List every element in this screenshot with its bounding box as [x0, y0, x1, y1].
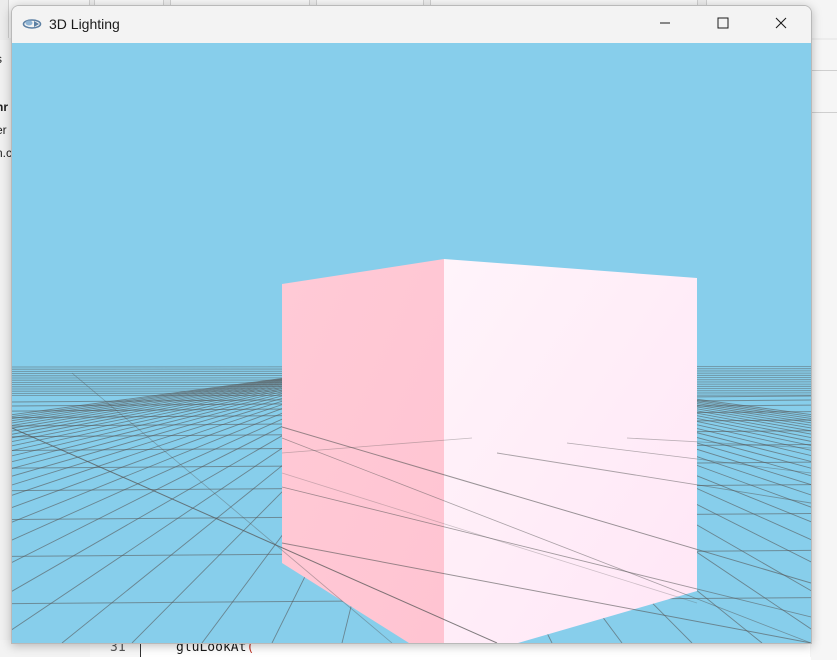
window-title: 3D Lighting	[49, 16, 120, 32]
title-bar[interactable]: 3D Lighting	[12, 6, 811, 43]
left-panel-fragment: er	[0, 123, 7, 137]
background-left-panel: s hr er n.c	[0, 40, 11, 640]
close-icon	[775, 16, 787, 34]
panel-divider	[811, 70, 837, 71]
maximize-button[interactable]	[694, 6, 752, 43]
scene-canvas	[12, 43, 811, 643]
left-panel-fragment: hr	[0, 100, 8, 114]
opengl-viewport[interactable]	[12, 43, 811, 643]
minimize-button[interactable]	[636, 6, 694, 43]
close-button[interactable]	[752, 6, 810, 43]
minimize-icon	[659, 16, 671, 34]
background-right-panel	[811, 40, 837, 660]
maximize-icon	[717, 16, 729, 34]
left-panel-fragment: n.c	[0, 146, 11, 160]
left-panel-fragment: s	[0, 52, 2, 66]
panel-divider	[811, 112, 837, 113]
app-window[interactable]: 3D Lighting	[11, 5, 812, 644]
opengl-app-icon	[22, 16, 42, 32]
cube-lit-face	[444, 259, 697, 643]
